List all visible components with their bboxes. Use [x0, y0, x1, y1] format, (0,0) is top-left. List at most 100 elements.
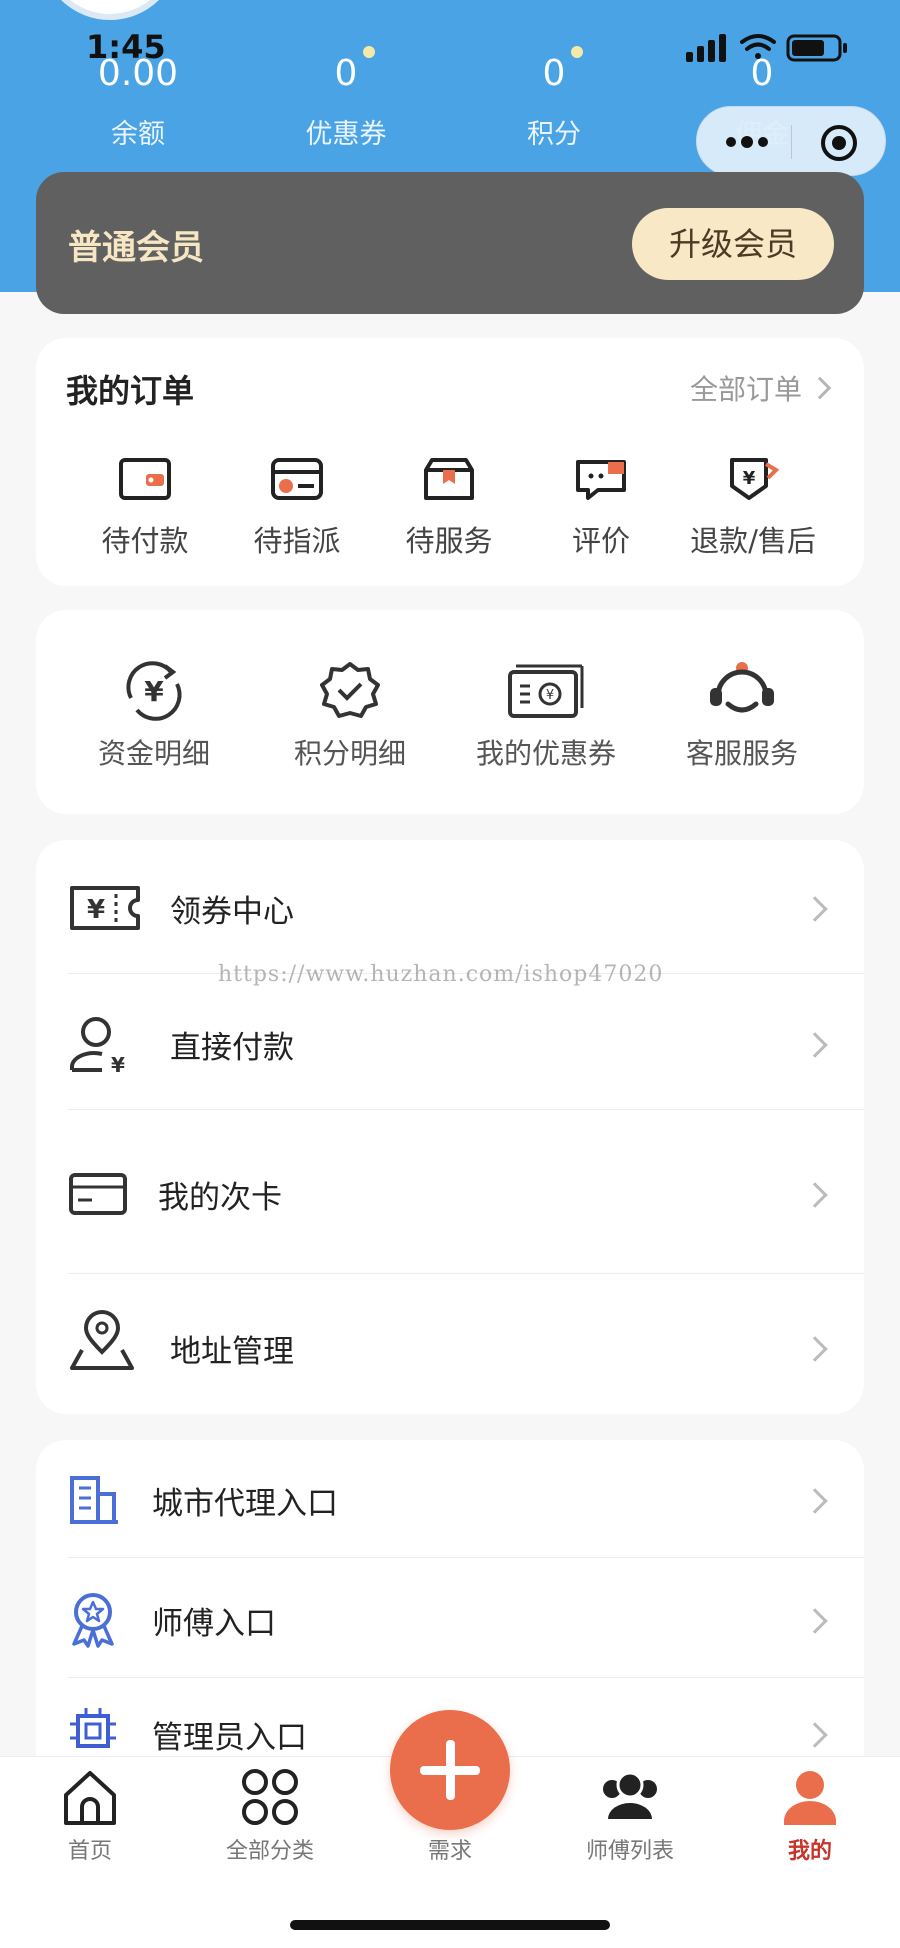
stat-value: 0 [334, 53, 358, 94]
card-icon [69, 1173, 127, 1215]
new-dot-icon [363, 46, 376, 58]
more-dots-icon[interactable] [725, 131, 769, 153]
stat-coupons[interactable]: 0 优惠券 [242, 46, 450, 151]
home-icon [64, 1771, 116, 1825]
svg-text:¥: ¥ [144, 675, 164, 708]
tool-points-detail[interactable]: 积分明细 [252, 658, 448, 772]
orders-card: 我的订单 全部订单 待付款 待指派 待服务 评价 ¥ 退款/售后 [36, 338, 864, 586]
menu-row-coupon-center[interactable]: ¥ 领券中心 [36, 840, 864, 974]
capsule-divider [791, 125, 792, 159]
menu-row-address-management[interactable]: 地址管理 [36, 1274, 864, 1414]
tab-label: 师傅列表 [585, 1839, 674, 1864]
order-review[interactable]: 评价 [525, 456, 677, 560]
location-icon [70, 1310, 134, 1370]
chevron-right-icon [802, 896, 828, 922]
tab-label: 我的 [787, 1839, 832, 1864]
box-icon [424, 458, 474, 500]
member-card[interactable]: 普通会员 升级会员 [36, 172, 864, 314]
order-label: 待服务 [405, 524, 493, 558]
tool-my-coupons[interactable]: ¥ 我的优惠券 [448, 658, 644, 772]
chevron-right-icon [802, 1032, 828, 1058]
tool-fund-detail[interactable]: ¥ 资金明细 [56, 658, 252, 772]
order-label: 待付款 [101, 524, 189, 558]
yuan-cycle-icon: ¥ [126, 661, 182, 721]
menu-label: 师傅入口 [152, 1606, 276, 1642]
upgrade-member-button[interactable]: 升级会员 [632, 208, 834, 280]
chevron-right-icon [802, 1336, 828, 1362]
menu-label: 我的次卡 [158, 1180, 282, 1216]
coupon-icon: ¥ [508, 664, 584, 718]
stat-label: 积分 [527, 119, 581, 150]
wallet-icon [119, 458, 171, 500]
ticket-icon: ¥ [70, 886, 140, 930]
stat-value: 0.00 [97, 53, 179, 94]
grid-icon [242, 1769, 298, 1825]
order-pending-payment[interactable]: 待付款 [69, 456, 221, 560]
order-label: 退款/售后 [690, 524, 816, 558]
orders-title: 我的订单 [66, 372, 195, 410]
refund-icon: ¥ [730, 458, 780, 500]
mini-program-capsule [696, 106, 886, 176]
tools-card: ¥ 资金明细 积分明细 ¥ 我的优惠券 客服服务 [36, 610, 864, 814]
svg-text:¥: ¥ [111, 1053, 125, 1074]
all-orders-label: 全部订单 [689, 373, 802, 406]
tool-label: 积分明细 [293, 737, 406, 770]
chevron-right-icon [802, 1608, 828, 1634]
menu-label: 管理员入口 [152, 1720, 307, 1756]
stat-label: 优惠券 [305, 119, 387, 150]
stat-points[interactable]: 0 积分 [450, 46, 658, 151]
card-icon [271, 458, 323, 500]
home-indicator [290, 1920, 610, 1930]
new-dot-icon [571, 46, 584, 58]
tab-label: 需求 [427, 1839, 472, 1864]
tool-customer-service[interactable]: 客服服务 [644, 658, 840, 772]
svg-text:¥: ¥ [743, 468, 756, 489]
tab-mine[interactable]: 我的 [720, 1767, 900, 1865]
menu-row-my-pass-card[interactable]: 我的次卡 [36, 1110, 864, 1274]
tab-all-categories[interactable]: 全部分类 [180, 1767, 360, 1865]
tool-label: 客服服务 [685, 737, 798, 770]
svg-text:¥: ¥ [87, 895, 105, 925]
chevron-right-icon [802, 1182, 828, 1208]
menu-row-direct-payment[interactable]: ¥ 直接付款 [36, 974, 864, 1110]
watermark-text: https://www.huzhan.com/ishop47020 [218, 962, 664, 987]
menu-label: 直接付款 [170, 1030, 294, 1066]
order-pending-service[interactable]: 待服务 [373, 456, 525, 560]
tool-label: 资金明细 [97, 737, 210, 770]
comment-icon [576, 460, 626, 500]
all-orders-link[interactable]: 全部订单 [689, 368, 832, 408]
award-icon [72, 1593, 114, 1648]
workers-icon [603, 1771, 657, 1819]
order-pending-assign[interactable]: 待指派 [221, 456, 373, 560]
tab-label: 首页 [67, 1839, 112, 1864]
chevron-right-icon [802, 1488, 828, 1514]
chip-icon [70, 1708, 116, 1748]
chevron-right-icon [808, 376, 832, 400]
tab-demand[interactable]: 需求 [360, 1827, 540, 1865]
menu-label: 地址管理 [170, 1334, 294, 1370]
close-target-icon[interactable] [819, 123, 859, 163]
member-level: 普通会员 [68, 228, 204, 268]
menu-list-primary: ¥ 领券中心 ¥ 直接付款 我的次卡 地址管理 [36, 840, 864, 1414]
stat-balance[interactable]: 0.00 余额 [34, 52, 242, 151]
user-icon [784, 1771, 836, 1825]
building-icon [70, 1476, 118, 1524]
add-demand-button[interactable] [390, 1710, 510, 1830]
order-refund[interactable]: ¥ 退款/售后 [677, 456, 829, 560]
chevron-right-icon [802, 1722, 828, 1748]
svg-text:¥: ¥ [546, 688, 554, 703]
menu-row-city-agent[interactable]: 城市代理入口 [36, 1440, 864, 1558]
badge-check-icon [320, 662, 380, 718]
tab-label: 全部分类 [225, 1839, 314, 1864]
menu-label: 领券中心 [170, 894, 294, 930]
user-pay-icon: ¥ [70, 1017, 125, 1074]
stat-label: 余额 [111, 119, 165, 150]
menu-row-master-entrance[interactable]: 师傅入口 [36, 1558, 864, 1678]
customer-service-icon [710, 662, 774, 713]
menu-label: 城市代理入口 [152, 1486, 338, 1522]
stat-value: 0 [542, 53, 566, 94]
order-label: 待指派 [253, 524, 341, 558]
tab-master-list[interactable]: 师傅列表 [540, 1767, 720, 1865]
tab-home[interactable]: 首页 [0, 1767, 180, 1865]
stat-value: 0 [750, 53, 774, 94]
